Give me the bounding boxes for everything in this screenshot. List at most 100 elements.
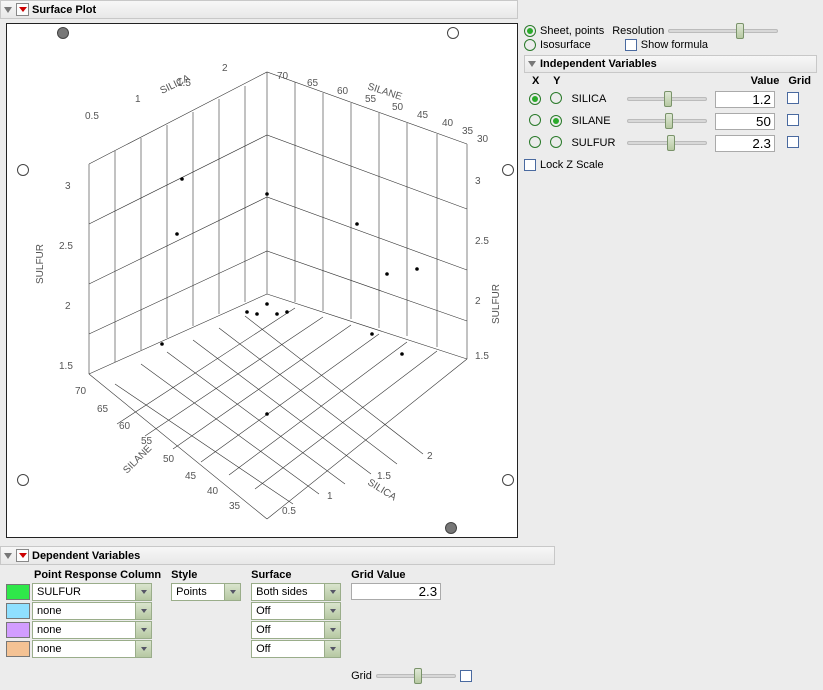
svg-text:1.5: 1.5: [59, 361, 73, 372]
svg-text:30: 30: [477, 134, 489, 145]
svg-text:45: 45: [185, 471, 197, 482]
svg-text:2.5: 2.5: [59, 241, 73, 252]
iv-x-col: X: [526, 75, 545, 87]
x-radio-silica[interactable]: [529, 93, 541, 105]
svg-text:3: 3: [65, 181, 71, 192]
svg-text:SULFUR: SULFUR: [35, 244, 46, 284]
lock-z-checkbox[interactable]: [524, 159, 536, 171]
lock-z-label: Lock Z Scale: [540, 159, 604, 171]
svg-text:1.5: 1.5: [377, 471, 391, 482]
svg-text:60: 60: [119, 421, 131, 432]
resolution-label: Resolution: [612, 25, 664, 37]
show-formula-label: Show formula: [641, 39, 708, 51]
svg-text:1.5: 1.5: [177, 78, 191, 89]
surface-plot-title: Surface Plot: [32, 4, 96, 16]
svg-text:2: 2: [475, 296, 481, 307]
response-combo-2[interactable]: none: [32, 621, 152, 639]
svg-text:60: 60: [337, 86, 349, 97]
dependent-vars-menu[interactable]: [16, 549, 29, 562]
response-combo-1[interactable]: none: [32, 602, 152, 620]
dep-row-3: none: [6, 640, 161, 658]
iv-row-silica: SILICA: [526, 89, 815, 109]
color-swatch[interactable]: [6, 603, 30, 619]
surface-combo-3[interactable]: Off: [251, 640, 341, 658]
style-head: Style: [171, 569, 241, 581]
svg-text:3: 3: [475, 176, 481, 187]
y-radio-silica[interactable]: [550, 92, 562, 104]
color-swatch[interactable]: [6, 641, 30, 657]
dep-row-2: none: [6, 621, 161, 639]
x-radio-sulfur[interactable]: [529, 136, 541, 148]
grid-value-head: Grid Value: [351, 569, 472, 581]
color-swatch[interactable]: [6, 622, 30, 638]
iv-y-col: Y: [547, 75, 566, 87]
svg-text:2.5: 2.5: [475, 236, 489, 247]
style-combo-0[interactable]: Points: [171, 583, 241, 601]
isosurface-label: Isosurface: [540, 39, 591, 51]
surface-combo-1[interactable]: Off: [251, 602, 341, 620]
y-radio-silane[interactable]: [550, 115, 562, 127]
surface-combo-2[interactable]: Off: [251, 621, 341, 639]
svg-text:50: 50: [392, 102, 404, 113]
grid-label: Grid: [351, 670, 372, 682]
svg-text:35: 35: [229, 501, 241, 512]
sheet-points-radio[interactable]: [524, 25, 536, 37]
svg-text:2: 2: [222, 63, 228, 74]
value-silica[interactable]: [715, 91, 775, 108]
isosurface-radio[interactable]: [524, 39, 536, 51]
surface-plot-menu[interactable]: [16, 3, 29, 16]
svg-text:1: 1: [135, 94, 141, 105]
response-combo-3[interactable]: none: [32, 640, 152, 658]
svg-text:0.5: 0.5: [282, 506, 296, 517]
disclosure-icon[interactable]: [528, 61, 536, 67]
svg-text:1: 1: [327, 491, 333, 502]
svg-text:70: 70: [75, 386, 87, 397]
svg-text:55: 55: [141, 436, 153, 447]
svg-text:40: 40: [442, 118, 454, 129]
iv-row-silane: SILANE: [526, 111, 815, 131]
svg-text:55: 55: [365, 94, 377, 105]
svg-text:65: 65: [97, 404, 109, 415]
grid-chk-sulfur[interactable]: [787, 136, 799, 148]
value-sulfur[interactable]: [715, 135, 775, 152]
svg-text:50: 50: [163, 454, 175, 465]
sheet-points-label: Sheet, points: [540, 25, 604, 37]
color-swatch[interactable]: [6, 584, 30, 600]
disclosure-icon[interactable]: [4, 7, 12, 13]
iv-grid-col: Grid: [784, 75, 815, 87]
svg-text:2: 2: [427, 451, 433, 462]
independent-vars-header: Independent Variables: [524, 55, 817, 73]
svg-text:40: 40: [207, 486, 219, 497]
dependent-vars-header: Dependent Variables: [0, 546, 555, 565]
svg-text:45: 45: [417, 110, 429, 121]
show-formula-checkbox[interactable]: [625, 39, 637, 51]
response-combo-0[interactable]: SULFUR: [32, 583, 152, 601]
grid-chk-silane[interactable]: [787, 114, 799, 126]
surface-plot-header: Surface Plot: [0, 0, 518, 19]
grid-checkbox[interactable]: [460, 670, 472, 682]
grid-value-0[interactable]: [351, 583, 441, 600]
svg-text:65: 65: [307, 78, 319, 89]
slider-silica[interactable]: [627, 97, 707, 101]
x-radio-silane[interactable]: [529, 114, 541, 126]
svg-text:1.5: 1.5: [475, 351, 489, 362]
dep-row-1: none: [6, 602, 161, 620]
resolution-slider[interactable]: [668, 29, 778, 33]
y-radio-sulfur[interactable]: [550, 136, 562, 148]
svg-text:SULFUR: SULFUR: [491, 284, 502, 324]
slider-silane[interactable]: [627, 119, 707, 123]
surface-combo-0[interactable]: Both sides: [251, 583, 341, 601]
value-silane[interactable]: [715, 113, 775, 130]
surface-3d-svg: SILICA SILANE SULFUR SULFUR SILANE SILIC…: [7, 24, 517, 537]
svg-text:70: 70: [277, 71, 289, 82]
svg-text:0.5: 0.5: [85, 111, 99, 122]
surface-head: Surface: [251, 569, 341, 581]
grid-slider[interactable]: [376, 674, 456, 678]
dep-row-0: SULFUR: [6, 583, 161, 601]
disclosure-icon[interactable]: [4, 553, 12, 559]
slider-sulfur[interactable]: [627, 141, 707, 145]
iv-row-sulfur: SULFUR: [526, 133, 815, 153]
grid-chk-silica[interactable]: [787, 92, 799, 104]
surface-plot-canvas[interactable]: SILICA SILANE SULFUR SULFUR SILANE SILIC…: [6, 23, 518, 538]
svg-text:SILANE: SILANE: [121, 443, 154, 476]
